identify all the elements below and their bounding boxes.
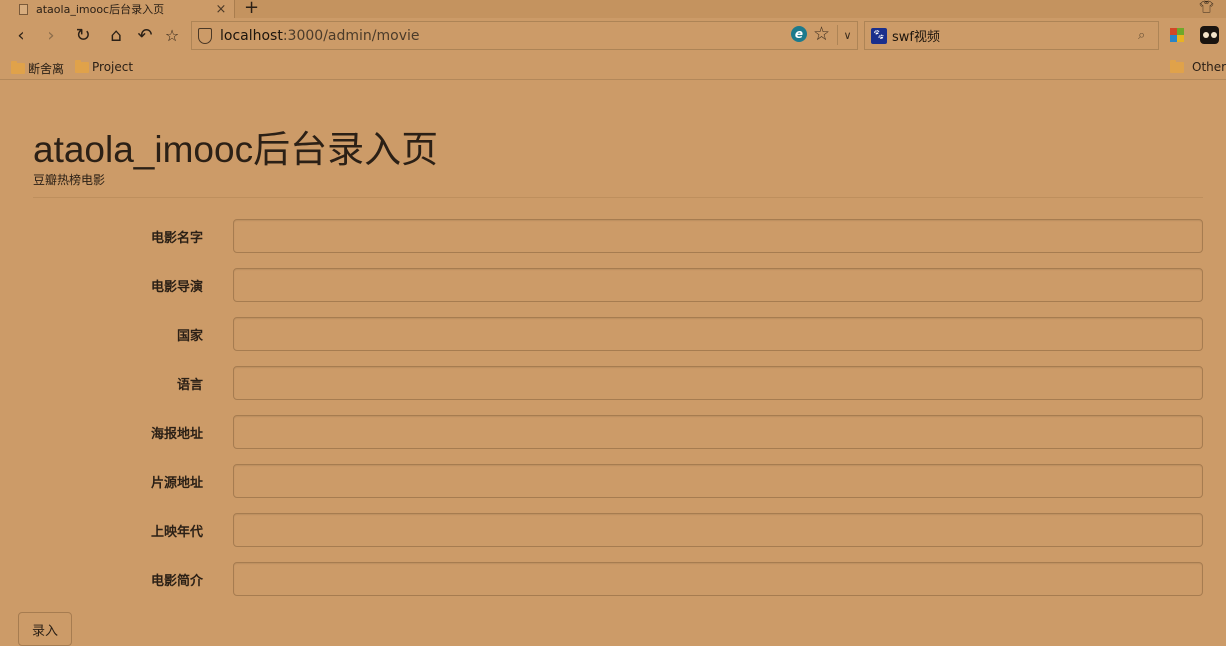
country-input[interactable] — [233, 317, 1203, 351]
search-bar[interactable]: 🐾︎ swf视频 ⌕ — [864, 21, 1159, 50]
form-row-summary: 电影简介 — [0, 562, 1226, 596]
close-tab-icon[interactable]: × — [214, 2, 228, 17]
apps-grid-icon[interactable] — [1170, 28, 1184, 42]
form-row-country: 国家 — [0, 317, 1226, 351]
bookmark-label: Project — [92, 60, 134, 74]
field-label: 语言 — [176, 378, 203, 393]
movie-name-input[interactable] — [233, 219, 1203, 253]
reload-icon[interactable]: ↻ — [72, 24, 94, 46]
ie-compat-icon[interactable]: e — [791, 26, 807, 42]
extension-icon[interactable] — [1200, 26, 1219, 44]
shield-icon — [198, 27, 212, 44]
bookmark-folder[interactable]: Project — [75, 59, 134, 74]
page-subtitle: 豆瓣热榜电影 — [33, 173, 106, 187]
search-icon[interactable]: ⌕ — [1138, 28, 1158, 43]
other-bookmarks-folder[interactable]: Other — [1170, 59, 1226, 74]
bookmark-label: 断舍离 — [28, 62, 65, 76]
forward-arrow-icon[interactable]: › — [40, 24, 62, 46]
browser-toolbar: ‹ › ↻ ⌂ ↶ ☆ localhost:3000/admin/movie e… — [0, 18, 1226, 56]
year-input[interactable] — [233, 513, 1203, 547]
baidu-paw-icon[interactable]: 🐾︎ — [871, 27, 887, 44]
form-row-poster-url: 海报地址 — [0, 415, 1226, 449]
language-input[interactable] — [233, 366, 1203, 400]
field-label: 电影导演 — [150, 280, 203, 295]
url-text[interactable]: localhost:3000/admin/movie — [220, 28, 419, 44]
divider — [33, 197, 1203, 198]
form-row-language: 语言 — [0, 366, 1226, 400]
tab-title: ataola_imooc后台录入页 — [36, 3, 165, 16]
page-title: ataola_imooc后台录入页 — [33, 129, 439, 170]
field-label: 国家 — [176, 329, 203, 344]
bookmark-star-icon[interactable]: ☆ — [161, 24, 183, 46]
form-row-source-url: 片源地址 — [0, 464, 1226, 498]
folder-icon — [11, 61, 25, 74]
url-path: :3000/admin/movie — [282, 27, 420, 44]
field-label: 片源地址 — [150, 476, 203, 491]
page-icon — [19, 3, 28, 15]
shirt-icon[interactable]: 👕︎ — [1199, 0, 1214, 14]
source-url-input[interactable] — [233, 464, 1203, 498]
form-row-movie-name: 电影名字 — [0, 219, 1226, 253]
submit-button[interactable]: 录入 — [18, 612, 72, 646]
page-content: ataola_imooc后台录入页 豆瓣热榜电影 电影名字 电影导演 国家 语言… — [0, 81, 1226, 646]
director-input[interactable] — [233, 268, 1203, 302]
field-label: 电影简介 — [150, 574, 203, 589]
summary-input[interactable] — [233, 562, 1203, 596]
bookmark-folder[interactable]: 断舍离 — [11, 60, 64, 77]
poster-url-input[interactable] — [233, 415, 1203, 449]
browser-tab[interactable]: ataola_imooc后台录入页 × — [0, 0, 235, 18]
bookmark-label: Other — [1192, 60, 1226, 74]
home-icon[interactable]: ⌂ — [105, 24, 127, 46]
new-tab-button[interactable]: + — [244, 0, 259, 18]
field-label: 海报地址 — [150, 427, 203, 442]
form-row-year: 上映年代 — [0, 513, 1226, 547]
favorite-star-icon[interactable]: ☆ — [813, 23, 830, 45]
folder-icon — [75, 59, 89, 73]
address-bar[interactable]: localhost:3000/admin/movie e ☆ ∨ — [191, 21, 858, 50]
chevron-down-icon[interactable]: ∨ — [837, 25, 857, 45]
tab-strip: ataola_imooc后台录入页 × + 👕︎ — [0, 0, 1226, 18]
folder-icon — [1170, 59, 1184, 73]
field-label: 上映年代 — [150, 525, 203, 540]
bookmarks-bar: 断舍离 Project Other — [0, 56, 1226, 80]
search-input[interactable]: swf视频 — [892, 26, 1138, 45]
field-label: 电影名字 — [150, 231, 203, 246]
url-host: localhost — [220, 27, 283, 44]
form-row-director: 电影导演 — [0, 268, 1226, 302]
back-arrow-icon[interactable]: ‹ — [10, 24, 32, 46]
undo-icon[interactable]: ↶ — [134, 24, 156, 46]
